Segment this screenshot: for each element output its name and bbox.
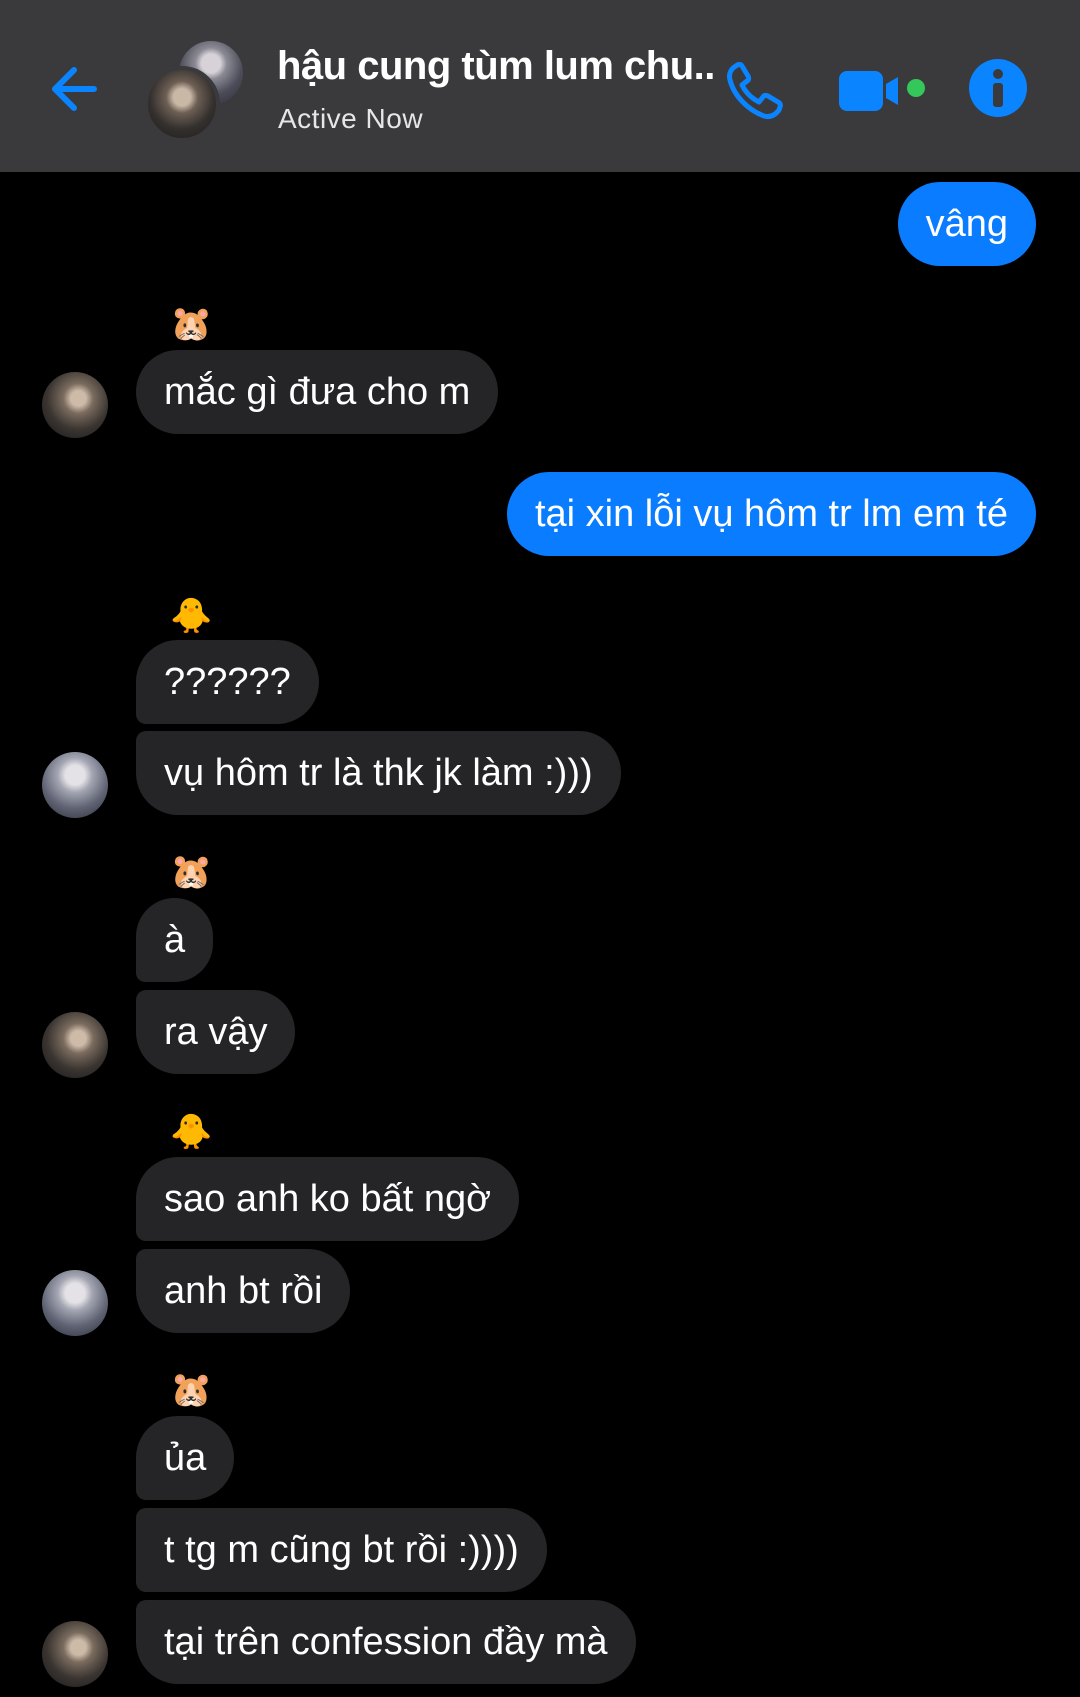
info-button[interactable] (968, 58, 1028, 118)
sender-avatar[interactable] (42, 752, 108, 818)
outgoing-message[interactable]: tại xin lỗi vụ hôm tr lm em té (506, 472, 1036, 556)
video-camera-icon (839, 71, 925, 111)
sender-chick-label: 🐥 (170, 1113, 213, 1151)
phone-icon (727, 62, 783, 119)
incoming-message[interactable]: à (136, 898, 214, 982)
sender-avatar[interactable] (42, 1270, 108, 1336)
outgoing-message[interactable]: vâng (897, 182, 1036, 266)
back-button[interactable] (44, 58, 106, 120)
conversation-title[interactable]: hậu cung tùm lum chu... (277, 44, 717, 89)
incoming-message[interactable]: anh bt rồi (136, 1249, 351, 1333)
voice-call-button[interactable] (722, 58, 788, 124)
group-avatar[interactable] (144, 38, 248, 142)
sender-avatar[interactable] (42, 372, 108, 438)
sender-hamster-label: 🐹 (170, 305, 213, 343)
active-status: Active Now (278, 103, 424, 134)
back-arrow-icon (52, 67, 97, 111)
info-icon (969, 59, 1027, 117)
sender-chick-label: 🐥 (170, 597, 213, 635)
conversation-header: hậu cung tùm lum chu... Active Now (0, 0, 1080, 172)
incoming-message[interactable]: mắc gì đưa cho m (136, 350, 499, 434)
sender-avatar[interactable] (42, 1012, 108, 1078)
sender-avatar[interactable] (42, 1621, 108, 1687)
incoming-message[interactable]: ra vậy (136, 990, 296, 1074)
incoming-message[interactable]: ?????? (136, 640, 319, 724)
incoming-message[interactable]: t tg m cũng bt rồi :)))) (136, 1508, 547, 1592)
incoming-message[interactable]: tại trên confession đầy mà (136, 1600, 636, 1684)
incoming-message[interactable]: sao anh ko bất ngờ (136, 1157, 520, 1241)
incoming-message[interactable]: ủa (136, 1416, 235, 1500)
sender-hamster-label: 🐹 (170, 1371, 213, 1409)
group-avatar-member-1 (144, 66, 220, 142)
incoming-message[interactable]: vụ hôm tr là thk jk làm :))) (136, 731, 621, 815)
sender-hamster-label: 🐹 (170, 853, 213, 891)
online-dot-icon (907, 79, 925, 97)
video-call-button[interactable] (838, 66, 928, 116)
